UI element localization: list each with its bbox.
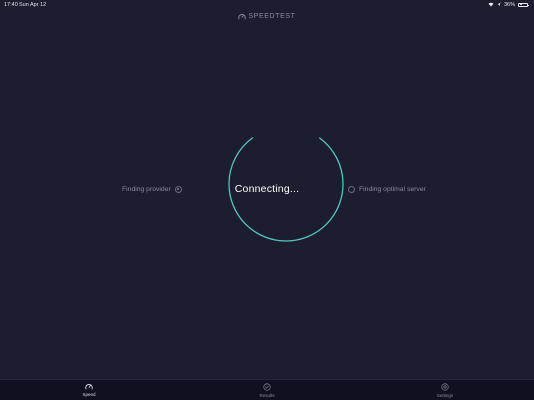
checkmark-circle-icon (263, 382, 271, 391)
server-status: Finding optimal server (348, 185, 426, 193)
provider-indicator-icon (174, 185, 182, 193)
provider-status: Finding provider (122, 185, 182, 193)
tab-bar: Speed Results Settings (0, 379, 534, 400)
provider-label: Finding provider (122, 185, 171, 193)
logo-text: SPEEDTEST (248, 13, 296, 20)
wifi-icon (488, 2, 494, 7)
status-time: 17:40 (4, 1, 18, 8)
speedometer-icon (85, 384, 93, 390)
tab-settings[interactable]: Settings (356, 380, 534, 400)
tab-results-label: Results (259, 392, 275, 398)
connecting-status: Connecting... (234, 183, 300, 195)
tab-results[interactable]: Results (178, 380, 356, 400)
tab-settings-label: Settings (436, 392, 454, 398)
server-indicator-icon (348, 185, 355, 193)
speedtest-logo: SPEEDTEST (0, 13, 534, 20)
server-label: Finding optimal server (359, 185, 426, 193)
location-arrow-icon (497, 2, 501, 7)
tab-speed-label: Speed (82, 392, 96, 397)
battery-percent: 36% (503, 1, 515, 8)
battery-fill (519, 4, 523, 5)
status-bar: 17:40 Sun Apr 12 36% (0, 0, 534, 10)
status-date: Sun Apr 12 (19, 1, 47, 8)
tab-speed[interactable]: Speed (0, 380, 178, 400)
speedtest-screen: 17:40 Sun Apr 12 36% SPEEDTEST Connectin… (0, 0, 534, 400)
status-right-group: 36% (488, 1, 529, 8)
battery-icon (518, 2, 529, 7)
speedtest-logo-icon (238, 14, 247, 20)
gear-icon (441, 382, 449, 391)
